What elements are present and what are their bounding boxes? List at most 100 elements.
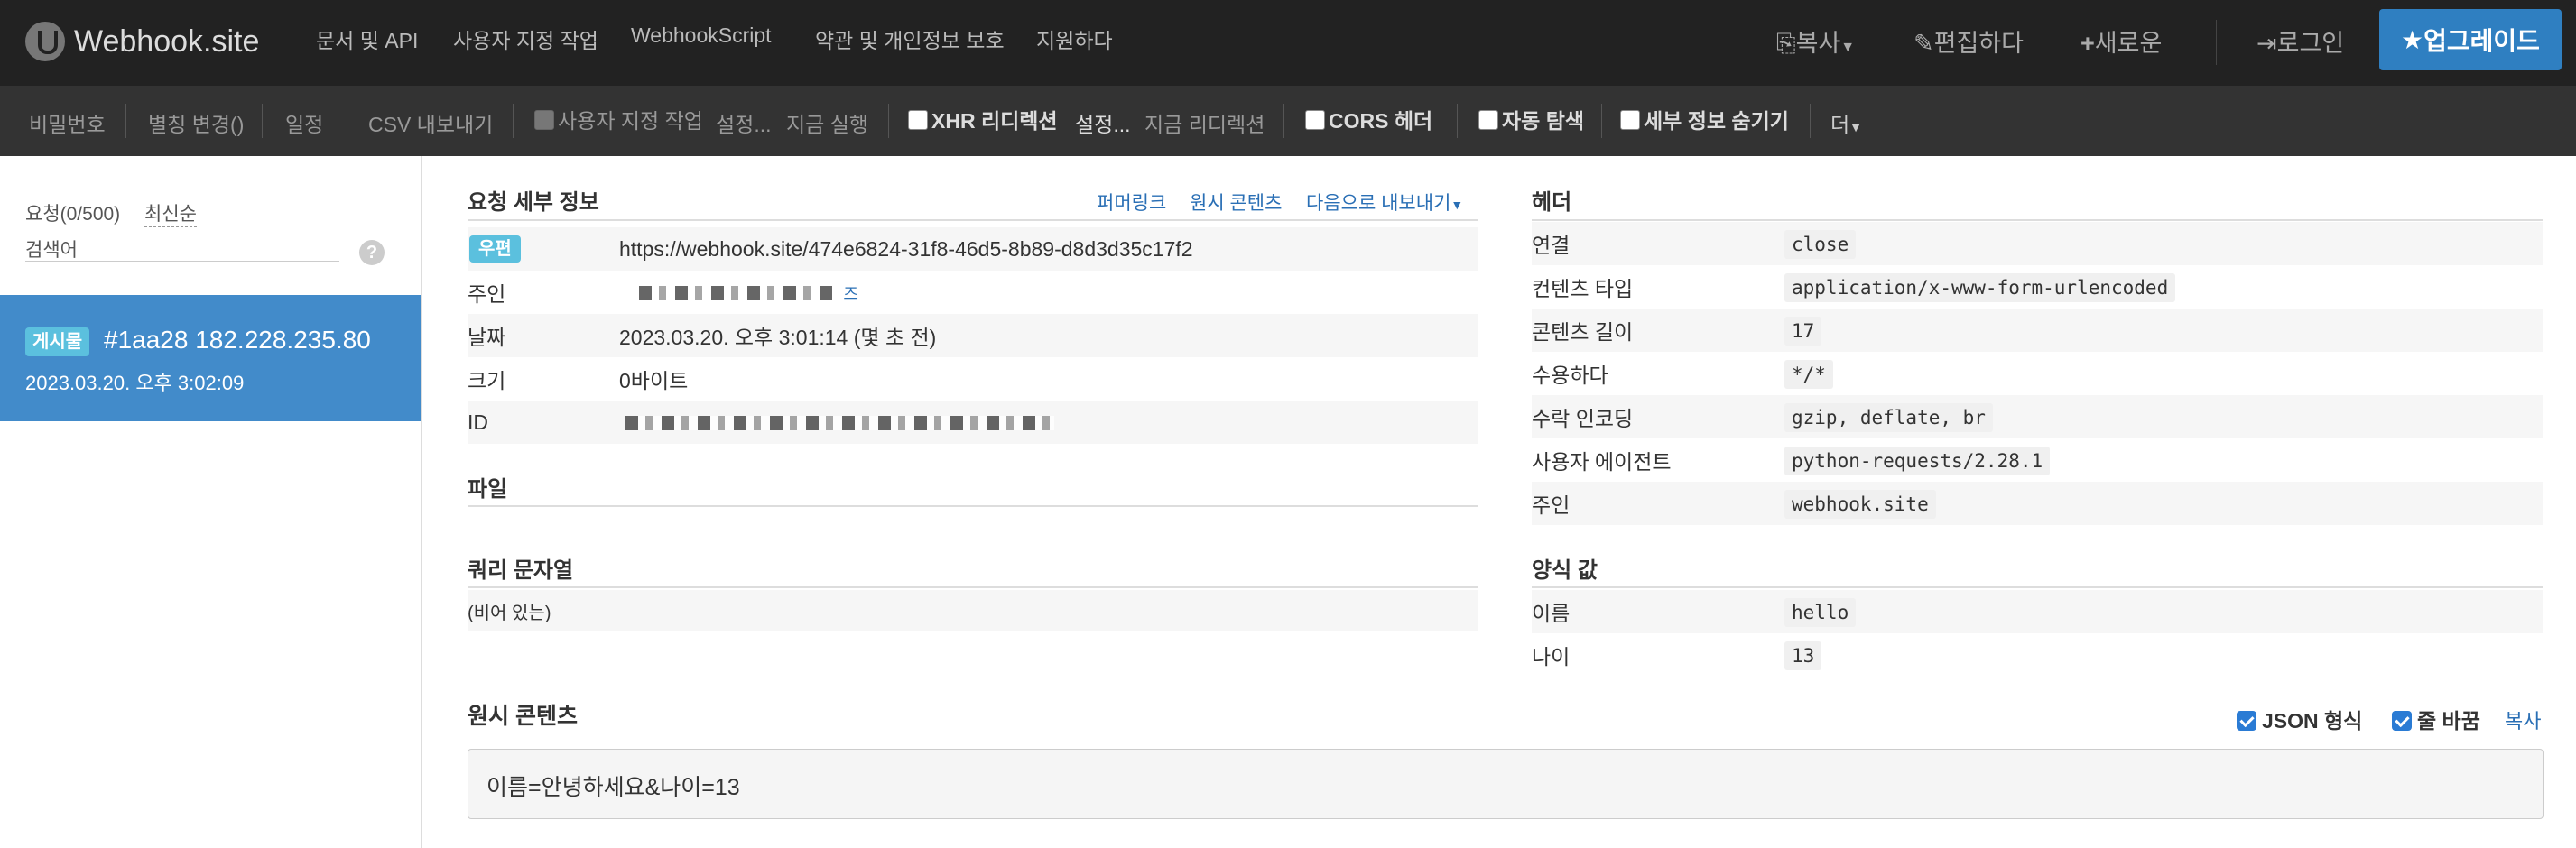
request-count: 요청(0/500): [25, 204, 121, 225]
nav-terms-privacy[interactable]: 약관 및 개인정보 보호: [815, 23, 1005, 54]
top-navbar: Webhook.site 문서 및 API 사용자 지정 작업 WebhookS…: [0, 0, 2576, 86]
nav-webhookscript[interactable]: WebhookScript: [631, 23, 772, 48]
schedule-button[interactable]: 일정: [285, 107, 323, 138]
checkbox-icon: [1620, 110, 1640, 130]
cors-headers-toggle[interactable]: CORS 헤더: [1305, 104, 1432, 134]
request-id-ip: #1aa28 182.228.235.80: [104, 326, 371, 354]
caret-down-icon: ▼: [1840, 40, 1856, 55]
form-value: 13: [1784, 641, 1822, 670]
search-input[interactable]: 검색어: [25, 235, 339, 262]
checkbox-icon: [908, 110, 928, 130]
header-row: 사용자 에이전트 python-requests/2.28.1: [1532, 438, 2543, 482]
redirect-now-button[interactable]: 지금 리디렉션: [1144, 107, 1265, 138]
query-empty-row: (비어 있는): [468, 590, 1478, 631]
request-date: 2023.03.20. 오후 3:02:09: [25, 372, 245, 394]
webhook-logo-icon: [25, 22, 65, 61]
section-rule: [468, 586, 1478, 588]
toolbar-divider: [1601, 104, 1602, 138]
size-label: 크기: [468, 369, 506, 392]
xhr-redirect-settings[interactable]: 설정...: [1075, 107, 1131, 138]
copy-menu-button[interactable]: ⎘복사▼: [1776, 23, 1855, 59]
detail-row-size: 크기 0바이트: [468, 357, 1478, 401]
id-value: [625, 410, 1054, 435]
nav-docs-api[interactable]: 문서 및 API: [316, 23, 418, 54]
form-values-title: 양식 값: [1532, 558, 1598, 583]
nav-custom-actions[interactable]: 사용자 지정 작업: [453, 23, 598, 54]
detail-row-host: 주인 즈: [468, 271, 1478, 314]
raw-content-box[interactable]: 이름=안녕하세요&나이=13: [468, 749, 2544, 819]
header-row: 컨텐츠 타입 application/x-www-form-urlencoded: [1532, 265, 2543, 309]
method-badge-large: 우편: [469, 235, 521, 263]
header-value: */*: [1784, 359, 1833, 389]
change-alias-button[interactable]: 별칭 변경(): [148, 107, 244, 138]
csv-export-button[interactable]: CSV 내보내기: [368, 107, 493, 138]
brand[interactable]: Webhook.site: [25, 18, 259, 65]
auto-navigate-toggle[interactable]: 자동 탐색: [1478, 104, 1584, 134]
query-empty-text: (비어 있는): [468, 603, 551, 623]
raw-content-text: 이름=안녕하세요&나이=13: [486, 775, 740, 800]
header-row: 연결 close: [1532, 222, 2543, 265]
toolbar-divider: [513, 104, 514, 138]
header-key: 수용하다: [1532, 364, 1608, 387]
header-value: close: [1784, 229, 1857, 259]
toolbar-divider: [1810, 104, 1811, 138]
form-row: 이름 hello: [1532, 590, 2543, 633]
toolbar-divider: [125, 104, 126, 138]
export-menu-button[interactable]: 다음으로 내보내기▼: [1306, 189, 1463, 216]
raw-content-link[interactable]: 원시 콘텐츠: [1190, 189, 1282, 216]
more-menu-button[interactable]: 더▼: [1830, 107, 1862, 138]
checkbox-checked-icon: [2392, 711, 2412, 731]
edit-button[interactable]: ✎편집하다: [1913, 23, 2024, 59]
checkbox-checked-icon: [2237, 711, 2256, 731]
caret-down-icon: ▼: [1849, 120, 1863, 134]
header-value: 17: [1784, 316, 1822, 346]
password-button[interactable]: 비밀번호: [29, 107, 106, 138]
toolbar-divider: [888, 104, 889, 138]
custom-actions-toggle[interactable]: 사용자 지정 작업: [534, 104, 703, 134]
upgrade-button[interactable]: ★ 업그레이드: [2379, 9, 2562, 70]
header-row: 콘텐츠 길이 17: [1532, 309, 2543, 352]
nav-support[interactable]: 지원하다: [1036, 23, 1113, 54]
request-url[interactable]: https://webhook.site/474e6824-31f8-46d5-…: [619, 237, 1193, 262]
section-rule: [468, 505, 1478, 507]
form-key: 나이: [1532, 645, 1571, 668]
brand-name: Webhook.site: [74, 23, 260, 59]
xhr-redirect-toggle[interactable]: XHR 리디렉션: [908, 104, 1058, 134]
plus-icon: +: [2080, 30, 2095, 57]
request-sidebar: 요청(0/500) 최신순 검색어 ? 게시물 #1aa28 182.228.2…: [0, 156, 422, 848]
hide-details-toggle[interactable]: 세부 정보 숨기기: [1620, 104, 1789, 134]
run-now-button[interactable]: 지금 실행: [786, 107, 868, 138]
form-value: hello: [1784, 597, 1857, 627]
header-value: python-requests/2.28.1: [1784, 446, 2051, 475]
copy-raw-button[interactable]: 복사: [2505, 705, 2541, 734]
new-button[interactable]: +새로운: [2080, 23, 2162, 59]
host-value: 즈: [639, 281, 858, 305]
json-format-checkbox[interactable]: JSON 형식: [2237, 704, 2362, 734]
toolbar: 비밀번호 별칭 변경() 일정 CSV 내보내기 사용자 지정 작업 설정...…: [0, 86, 2576, 156]
header-value: gzip, deflate, br: [1784, 402, 1993, 432]
permalink-link[interactable]: 퍼머링크: [1097, 189, 1166, 216]
word-wrap-checkbox[interactable]: 줄 바꿈: [2392, 704, 2480, 734]
header-key: 연결: [1532, 234, 1571, 257]
raw-content-title: 원시 콘텐츠: [468, 704, 578, 729]
detail-row-url: 우편 https://webhook.site/474e6824-31f8-46…: [468, 227, 1478, 271]
custom-actions-settings[interactable]: 설정...: [716, 107, 772, 138]
detail-row-id: ID: [468, 401, 1478, 444]
request-list-item[interactable]: 게시물 #1aa28 182.228.235.80 2023.03.20. 오후…: [0, 295, 421, 421]
section-rule: [1532, 219, 2543, 221]
section-rule: [1532, 586, 2543, 588]
detail-row-date: 날짜 2023.03.20. 오후 3:01:14 (몇 초 전): [468, 314, 1478, 357]
sort-newest-button[interactable]: 최신순: [144, 199, 197, 227]
method-badge: 게시물: [25, 327, 90, 356]
toolbar-divider: [262, 104, 263, 138]
headers-title: 헤더: [1532, 190, 1572, 215]
help-icon[interactable]: ?: [359, 240, 385, 265]
nav-divider: [2216, 20, 2217, 65]
login-button[interactable]: ⇥로그인: [2256, 23, 2344, 59]
toolbar-divider: [1457, 104, 1458, 138]
date-label: 날짜: [468, 326, 506, 349]
header-key: 사용자 에이전트: [1532, 450, 1672, 474]
section-rule: [468, 219, 1478, 221]
edit-icon: ✎: [1913, 30, 1934, 57]
redacted-block: [639, 286, 838, 301]
